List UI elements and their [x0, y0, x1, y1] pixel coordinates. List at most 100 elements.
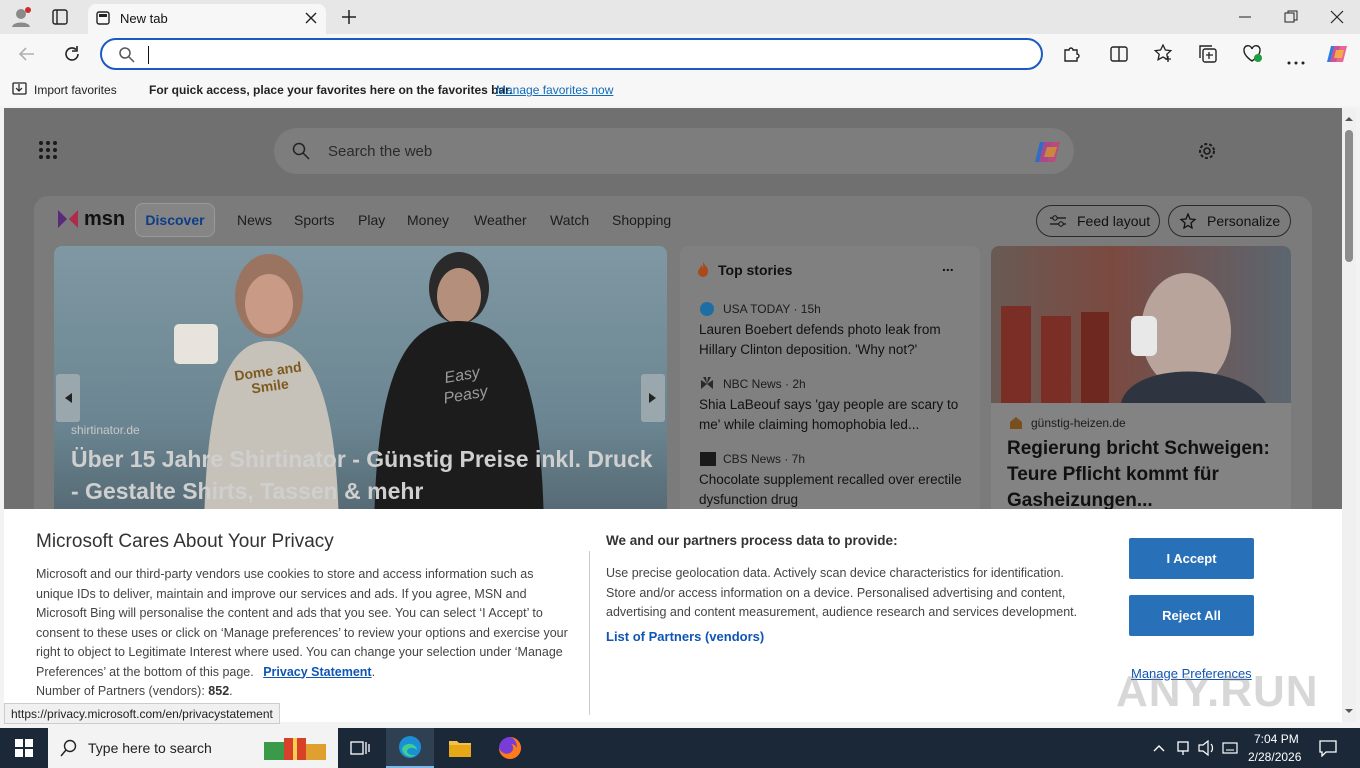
firefox-icon	[499, 737, 521, 759]
nav-shopping[interactable]: Shopping	[612, 212, 671, 228]
import-favorites-icon[interactable]	[12, 82, 28, 96]
nav-sports[interactable]: Sports	[294, 212, 334, 228]
taskbar-firefox[interactable]	[486, 728, 534, 768]
carousel-next-button[interactable]	[641, 374, 665, 422]
msn-logo[interactable]: msn	[56, 206, 125, 232]
msn-logo-text: msn	[84, 207, 126, 230]
sparkle-star-icon	[1179, 213, 1197, 229]
privacy-statement-link[interactable]: Privacy Statement	[263, 665, 371, 679]
news-card-image	[991, 246, 1291, 403]
top-stories-more-button[interactable]: ...	[942, 258, 954, 274]
copilot-icon[interactable]	[1326, 43, 1348, 65]
clock-time[interactable]: 7:04 PM	[1254, 732, 1299, 746]
feed-layout-button[interactable]: Feed layout	[1036, 205, 1160, 237]
tab-title: New tab	[120, 11, 168, 26]
extensions-icon[interactable]	[1062, 45, 1080, 63]
hero-title[interactable]: Über 15 Jahre Shirtinator - Günstig Prei…	[71, 443, 656, 507]
start-button[interactable]	[0, 728, 48, 768]
scroll-up-icon[interactable]	[1342, 112, 1356, 126]
notification-center-icon[interactable]	[1318, 739, 1338, 758]
privacy-body-text: Microsoft and our third-party vendors us…	[36, 567, 568, 679]
back-icon[interactable]	[18, 45, 36, 63]
profile-icon[interactable]	[10, 6, 32, 28]
news-card-source: günstig-heizen.de	[1031, 416, 1126, 430]
address-bar[interactable]	[100, 38, 1043, 70]
browser-essentials-icon[interactable]	[1242, 44, 1264, 64]
task-view-icon	[350, 741, 370, 755]
newtab-page-icon	[96, 11, 110, 25]
favorites-bar: Import favorites For quick access, place…	[0, 74, 1360, 106]
volume-icon[interactable]	[1198, 739, 1216, 757]
story-1-source: USA TODAY · 15h	[723, 302, 821, 316]
partners-list-link[interactable]: List of Partners (vendors)	[606, 629, 764, 644]
manage-favorites-link[interactable]: Manage favorites now	[496, 83, 613, 97]
period: .	[371, 664, 376, 679]
nav-news[interactable]: News	[237, 212, 272, 228]
network-icon[interactable]	[1176, 740, 1190, 756]
status-url-tooltip: https://privacy.microsoft.com/en/privacy…	[4, 703, 280, 724]
story-1-title[interactable]: Lauren Boebert defends photo leak from H…	[699, 320, 967, 360]
input-method-icon[interactable]	[1222, 740, 1238, 756]
nav-money[interactable]: Money	[407, 212, 449, 228]
accept-button[interactable]: I Accept	[1129, 538, 1254, 579]
carousel-prev-button[interactable]	[56, 374, 80, 422]
task-view-button[interactable]	[336, 728, 384, 768]
import-favorites-button[interactable]: Import favorites	[34, 83, 117, 97]
close-tab-icon[interactable]	[304, 11, 318, 25]
nav-watch[interactable]: Watch	[550, 212, 589, 228]
story-2-title[interactable]: Shia LaBeouf says 'gay people are scary …	[699, 395, 967, 435]
partners-count: 852	[208, 684, 230, 698]
news-card[interactable]: günstig-heizen.de Regierung bricht Schwe…	[991, 246, 1291, 546]
refresh-icon[interactable]	[62, 44, 82, 64]
apps-launcher-icon[interactable]	[38, 140, 58, 160]
address-input[interactable]	[148, 46, 150, 64]
personalize-button[interactable]: Personalize	[1168, 205, 1291, 237]
nav-discover[interactable]: Discover	[135, 203, 215, 237]
split-screen-icon[interactable]	[1110, 45, 1128, 63]
reject-all-button[interactable]: Reject All	[1129, 595, 1254, 636]
minimize-button[interactable]	[1238, 10, 1252, 24]
sliders-icon	[1050, 215, 1066, 227]
privacy-consent-banner: Microsoft Cares About Your Privacy Micro…	[4, 509, 1342, 722]
favorites-icon[interactable]	[1153, 43, 1174, 64]
hero-carousel[interactable]: Dome and Smile Easy Peasy shirtinator.de…	[54, 246, 667, 546]
web-search-box[interactable]: Search the web	[274, 128, 1074, 174]
tab-new-tab[interactable]: New tab	[88, 4, 326, 34]
page-scrollbar[interactable]	[1342, 108, 1356, 722]
title-bar: New tab	[0, 0, 1360, 34]
taskbar-file-explorer[interactable]	[436, 728, 484, 768]
scroll-down-icon[interactable]	[1342, 704, 1356, 718]
news-card-title[interactable]: Regierung bricht Schweigen: Teure Pflich…	[1007, 436, 1282, 514]
search-icon	[60, 739, 77, 757]
heating-source-icon	[1009, 416, 1023, 430]
new-tab-button[interactable]	[340, 8, 358, 26]
show-hidden-icons-icon[interactable]	[1152, 741, 1166, 755]
privacy-divider	[589, 551, 590, 715]
folder-icon	[449, 741, 471, 757]
taskbar-edge[interactable]	[386, 728, 434, 768]
tab-actions-icon[interactable]	[52, 9, 68, 25]
story-3-source: CBS News · 7h	[723, 452, 806, 466]
watermark-text: ANY.RUN	[1116, 667, 1319, 716]
nav-play[interactable]: Play	[358, 212, 385, 228]
page-settings-icon[interactable]	[1196, 140, 1218, 162]
more-options-icon[interactable]	[1287, 52, 1305, 65]
copilot-icon[interactable]	[1034, 138, 1062, 166]
taskbar-search-box[interactable]: Type here to search	[48, 728, 338, 768]
taskbar-search-placeholder: Type here to search	[88, 740, 212, 756]
clock-date[interactable]: 2/28/2026	[1248, 750, 1301, 764]
chevron-right-icon	[649, 393, 656, 403]
flame-icon	[696, 261, 710, 277]
hero-source: shirtinator.de	[71, 423, 140, 437]
close-window-button[interactable]	[1330, 10, 1344, 24]
chevron-left-icon	[65, 393, 72, 403]
period: .	[229, 684, 233, 698]
nav-weather[interactable]: Weather	[474, 212, 527, 228]
cbs-logo-icon	[700, 452, 716, 466]
scroll-thumb[interactable]	[1345, 130, 1353, 262]
top-stories-title: Top stories	[718, 262, 793, 278]
favorites-bar-message: For quick access, place your favorites h…	[149, 83, 513, 97]
story-3-title[interactable]: Chocolate supplement recalled over erect…	[699, 470, 967, 510]
restore-button[interactable]	[1284, 10, 1298, 24]
collections-icon[interactable]	[1198, 44, 1218, 64]
